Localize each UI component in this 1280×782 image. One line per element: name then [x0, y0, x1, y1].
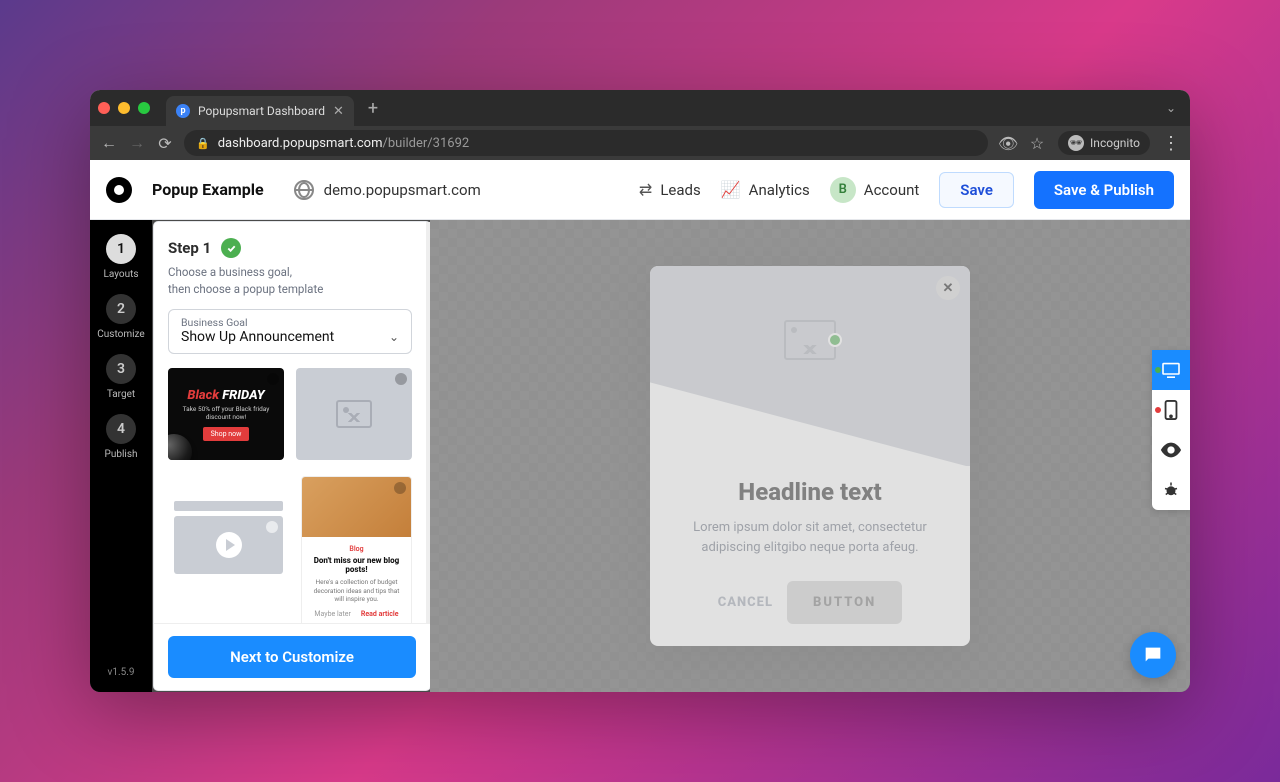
avatar: B: [830, 177, 856, 203]
popup-primary-button[interactable]: BUTTON: [787, 581, 902, 624]
panel-subtitle: Choose a business goal, then choose a po…: [168, 264, 412, 297]
step-label: Target: [107, 389, 135, 400]
nav-forward-icon[interactable]: →: [128, 133, 146, 153]
device-preview-rail: [1152, 350, 1190, 510]
preview-canvas: ✕ Headline text Lorem ipsum dolor sit am…: [430, 220, 1190, 692]
app-body: 1 Layouts 2 Customize 3 Target 4 Publish…: [90, 220, 1190, 692]
nav-analytics[interactable]: 📈 Analytics: [721, 180, 810, 199]
tab-close-icon[interactable]: ✕: [333, 104, 344, 119]
step-label: Layouts: [103, 269, 138, 280]
popup-image-area[interactable]: [650, 266, 970, 466]
bomb-graphic: [168, 434, 192, 460]
step-rail: 1 Layouts 2 Customize 3 Target 4 Publish…: [90, 220, 152, 692]
template-close-icon: [267, 373, 279, 385]
bookmark-star-icon[interactable]: ☆: [1028, 134, 1046, 153]
url-domain: dashboard.popupsmart.com: [218, 136, 383, 151]
field-value: Show Up Announcement: [181, 329, 334, 345]
tabs-dropdown-icon[interactable]: ⌄: [1160, 101, 1182, 115]
app-header: Popup Example demo.popupsmart.com ⇄ Lead…: [90, 160, 1190, 220]
template-blog[interactable]: Blog Don't miss our new blog posts! Here…: [301, 476, 412, 623]
field-label: Business Goal: [181, 316, 399, 329]
image-placeholder-icon: [336, 400, 372, 428]
popup-preview[interactable]: ✕ Headline text Lorem ipsum dolor sit am…: [650, 266, 970, 646]
incognito-icon: 🕶: [1068, 135, 1084, 151]
layouts-panel: Step 1 Choose a business goal, then choo…: [154, 222, 430, 690]
step-layouts[interactable]: 1 Layouts: [103, 234, 138, 280]
business-goal-select[interactable]: Business Goal Show Up Announcement ⌄: [168, 309, 412, 354]
analytics-icon: 📈: [721, 180, 741, 199]
device-mobile[interactable]: [1152, 390, 1190, 430]
url-field[interactable]: 🔒 dashboard.popupsmart.com/builder/31692: [184, 130, 988, 156]
step-customize[interactable]: 2 Customize: [97, 294, 144, 340]
step-label: Customize: [97, 329, 144, 340]
step-number: 1: [106, 234, 136, 264]
debug-bug[interactable]: [1152, 470, 1190, 510]
step-target[interactable]: 3 Target: [106, 354, 136, 400]
url-path: /builder/31692: [383, 136, 470, 151]
check-icon: [221, 238, 241, 258]
image-ok-badge: [828, 333, 842, 347]
nav-account[interactable]: B Account: [830, 177, 920, 203]
device-desktop[interactable]: [1152, 350, 1190, 390]
tab-title: Popupsmart Dashboard: [198, 104, 325, 118]
browser-menu-icon[interactable]: ⋮: [1162, 133, 1180, 154]
browser-window: p Popupsmart Dashboard ✕ + ⌄ ← → ⟳ 🔒 das…: [90, 90, 1190, 692]
new-tab-button[interactable]: +: [362, 98, 384, 119]
popup-body-text[interactable]: Lorem ipsum dolor sit amet, consectetur …: [672, 518, 948, 557]
template-black-friday[interactable]: Black FRIDAY Take 50% off your Black fri…: [168, 368, 284, 460]
step-number: 2: [106, 294, 136, 324]
template-close-icon: [394, 482, 406, 494]
nav-leads-label: Leads: [660, 181, 700, 199]
eye-off-icon[interactable]: 👁: [998, 134, 1016, 153]
app-logo[interactable]: [106, 177, 132, 203]
project-domain-group[interactable]: demo.popupsmart.com: [294, 180, 481, 200]
preview-eye[interactable]: [1152, 430, 1190, 470]
template-image-placeholder[interactable]: [296, 368, 412, 460]
app-version: v1.5.9: [108, 667, 135, 678]
popup-cancel-button[interactable]: CANCEL: [718, 595, 773, 610]
leads-icon: ⇄: [639, 180, 652, 199]
popup-headline[interactable]: Headline text: [672, 478, 948, 506]
project-domain: demo.popupsmart.com: [324, 181, 481, 199]
step-number: 3: [106, 354, 136, 384]
nav-analytics-label: Analytics: [749, 181, 810, 199]
panel-step-title: Step 1: [168, 239, 211, 257]
browser-urlbar: ← → ⟳ 🔒 dashboard.popupsmart.com/builder…: [90, 126, 1190, 160]
step-label: Publish: [105, 449, 138, 460]
chat-fab[interactable]: [1130, 632, 1176, 678]
step-number: 4: [106, 414, 136, 444]
save-button[interactable]: Save: [939, 172, 1014, 208]
template-close-icon: [266, 521, 278, 533]
project-name[interactable]: Popup Example: [152, 180, 264, 199]
incognito-indicator[interactable]: 🕶 Incognito: [1058, 131, 1150, 155]
nav-leads[interactable]: ⇄ Leads: [639, 180, 701, 199]
window-controls[interactable]: [98, 102, 150, 114]
step-publish[interactable]: 4 Publish: [105, 414, 138, 460]
template-close-icon: [395, 373, 407, 385]
nav-back-icon[interactable]: ←: [100, 133, 118, 153]
incognito-label: Incognito: [1090, 136, 1140, 150]
save-publish-button[interactable]: Save & Publish: [1034, 171, 1174, 209]
browser-tab-active[interactable]: p Popupsmart Dashboard ✕: [166, 96, 354, 126]
browser-tabbar: p Popupsmart Dashboard ✕ + ⌄: [90, 90, 1190, 126]
popup-close-button[interactable]: ✕: [936, 276, 960, 300]
globe-icon: [294, 180, 314, 200]
favicon-icon: p: [176, 104, 190, 118]
chevron-down-icon: ⌄: [389, 330, 399, 344]
next-to-customize-button[interactable]: Next to Customize: [168, 636, 416, 678]
play-icon: [216, 532, 242, 558]
template-video[interactable]: [168, 476, 289, 598]
lock-icon: 🔒: [196, 137, 210, 150]
template-grid: Black FRIDAY Take 50% off your Black fri…: [168, 368, 412, 623]
nav-account-label: Account: [864, 181, 920, 199]
nav-reload-icon[interactable]: ⟳: [156, 134, 174, 153]
